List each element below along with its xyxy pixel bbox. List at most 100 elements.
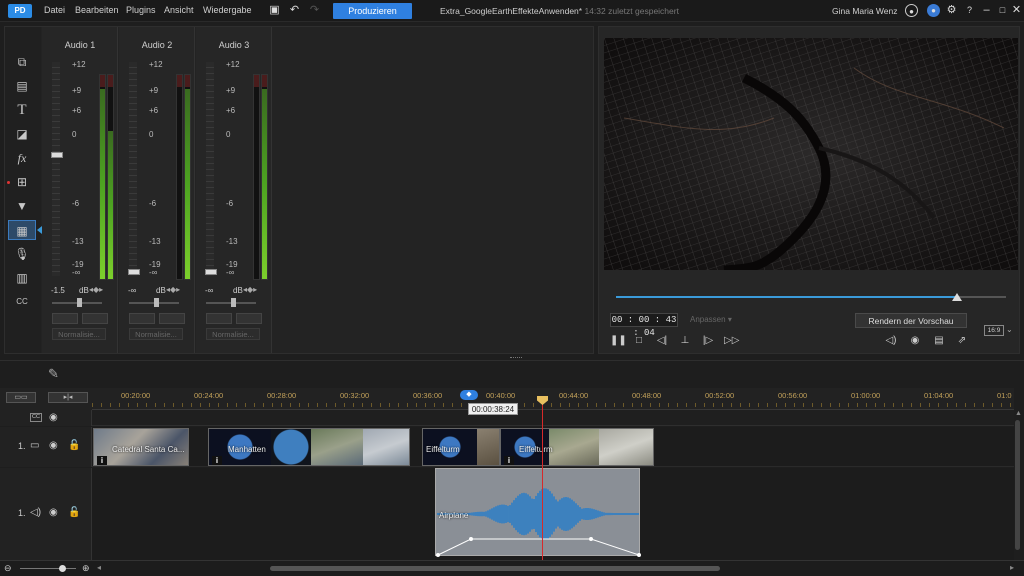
zoom-in-icon[interactable]: ⊕ — [82, 563, 90, 574]
gear-icon[interactable]: ⚙ — [945, 4, 958, 17]
produce-button[interactable]: Produzieren — [333, 3, 412, 19]
playhead-timecode-tooltip: 00:00:38:24 — [468, 403, 518, 415]
minimize-icon[interactable]: – — [980, 4, 993, 17]
video-room-icon[interactable]: ▤ — [8, 76, 36, 96]
eye-icon[interactable]: ◉ — [49, 507, 58, 518]
db-unit-label: dB — [79, 286, 89, 295]
clip-thumbnail — [549, 429, 599, 465]
fade-out-button[interactable] — [82, 313, 108, 324]
title-room-icon[interactable]: T — [8, 100, 36, 120]
fit-timeline-icon[interactable]: ▸|◂ — [48, 392, 88, 403]
split-icon[interactable]: ⊥ — [678, 334, 692, 348]
redo-icon[interactable]: ↷ — [308, 4, 321, 17]
volume-icon[interactable]: ◁) — [884, 334, 898, 348]
video-clip[interactable]: Eiffelturm i — [500, 428, 654, 466]
pip-room-icon[interactable]: ⊞ — [8, 172, 36, 192]
microphone-icon[interactable]: 🎙 — [8, 244, 36, 264]
eye-icon[interactable]: ◉ — [49, 440, 58, 451]
lock-icon[interactable]: 🔓 — [68, 507, 80, 518]
subtitle-room-icon[interactable]: CC — [8, 292, 36, 312]
snapshot-icon[interactable]: ◉ — [908, 334, 922, 348]
fx-room-icon[interactable]: fx — [8, 148, 36, 168]
vertical-scrollbar[interactable] — [1015, 420, 1020, 550]
menu-datei[interactable]: Datei — [44, 5, 65, 15]
fast-forward-icon[interactable]: ▷▷ — [724, 334, 739, 348]
range-marker-icon[interactable]: ◆ — [460, 390, 478, 400]
fade-in-button[interactable] — [129, 313, 155, 324]
playhead[interactable] — [542, 400, 543, 560]
particle-room-icon[interactable]: ▼ — [8, 196, 36, 216]
normalize-button[interactable]: Normalisie... — [129, 328, 183, 340]
scroll-left-icon[interactable]: ◂ — [97, 563, 101, 572]
timecode-display[interactable]: 00 : 00 : 43 : 04 — [610, 313, 678, 338]
horizontal-scrollbar[interactable] — [270, 566, 720, 571]
aspect-ratio-button[interactable]: 16:9 — [984, 325, 1004, 336]
menu-bearbeiten[interactable]: Bearbeiten — [75, 5, 119, 15]
menu-plugins[interactable]: Plugins — [126, 5, 156, 15]
menu-wiedergabe[interactable]: Wiedergabe — [203, 5, 252, 15]
normalize-button[interactable]: Normalisie... — [52, 328, 106, 340]
help-icon[interactable]: ? — [963, 4, 976, 17]
panel-resize-handle[interactable] — [510, 357, 522, 359]
stop-icon[interactable]: □ — [632, 334, 646, 348]
audio-mixer-room-icon[interactable]: ▦ — [8, 220, 36, 240]
meter-scale-label: -6 — [226, 199, 234, 208]
db-stepper-icon[interactable]: ◂◆▸ — [166, 285, 180, 294]
pen-icon[interactable]: ✎ — [48, 366, 59, 382]
zoom-out-icon[interactable]: ⊖ — [4, 563, 12, 574]
video-clip[interactable]: Catedral Santa Ca... i — [93, 428, 189, 466]
fade-in-button[interactable] — [206, 313, 232, 324]
maximize-icon[interactable]: □ — [996, 4, 1009, 17]
meter-scale-label: -∞ — [72, 268, 81, 277]
clip-info-icon[interactable]: i — [97, 456, 107, 465]
undo-icon[interactable]: ↶ — [288, 4, 301, 17]
ruler-tick-label: 00:28:00 — [267, 391, 297, 400]
scrubber-handle[interactable] — [952, 293, 962, 301]
lock-icon[interactable]: 🔓 — [68, 440, 80, 451]
video-clip[interactable]: Eiffelturm — [422, 428, 500, 466]
scroll-up-icon[interactable]: ▲ — [1015, 410, 1022, 417]
clip-info-icon[interactable]: i — [504, 456, 514, 465]
subtitle-track-header: CC ◉ — [0, 410, 92, 426]
volume-fader-handle[interactable] — [128, 269, 140, 275]
save-icon[interactable]: ▣ — [268, 4, 281, 17]
previous-frame-icon[interactable]: ◁| — [655, 334, 669, 348]
db-value: -∞ — [205, 286, 214, 295]
volume-fader-handle[interactable] — [51, 152, 63, 158]
render-preview-button[interactable]: Rendern der Vorschau — [855, 313, 967, 328]
channel-name: Audio 3 — [218, 40, 250, 50]
volume-fader-handle[interactable] — [205, 269, 217, 275]
close-icon[interactable]: ✕ — [1010, 4, 1023, 17]
fade-out-button[interactable] — [159, 313, 185, 324]
menu-ansicht[interactable]: Ansicht — [164, 5, 194, 15]
pan-slider-handle[interactable] — [77, 298, 82, 307]
storyboard-view-icon[interactable]: ▭▭ — [6, 392, 36, 403]
audio-clip[interactable]: Airplane — [435, 468, 641, 557]
scroll-right-icon[interactable]: ▸ — [1010, 563, 1014, 572]
db-stepper-icon[interactable]: ◂◆▸ — [243, 285, 257, 294]
eye-icon[interactable]: ◉ — [49, 412, 58, 423]
video-clip[interactable]: Manhatten i — [208, 428, 410, 466]
timecode-mode-dropdown[interactable]: Anpassen ▾ — [690, 315, 732, 324]
pan-slider-handle[interactable] — [154, 298, 159, 307]
zoom-slider-handle[interactable] — [59, 565, 66, 572]
zoom-slider[interactable] — [20, 568, 76, 569]
media-room-icon[interactable]: ⧉ — [8, 52, 36, 72]
pan-slider-handle[interactable] — [231, 298, 236, 307]
transition-room-icon[interactable]: ◪ — [8, 124, 36, 144]
normalize-button[interactable]: Normalisie... — [206, 328, 260, 340]
account-icon[interactable]: ● — [905, 4, 918, 17]
chevron-down-icon[interactable]: ⌄ — [1006, 325, 1013, 334]
subtitle-track-lane[interactable] — [92, 410, 1014, 426]
notification-icon[interactable]: ● — [927, 4, 940, 17]
clip-info-icon[interactable]: i — [212, 456, 222, 465]
fade-out-button[interactable] — [236, 313, 262, 324]
next-frame-icon[interactable]: |▷ — [701, 334, 715, 348]
db-stepper-icon[interactable]: ◂◆▸ — [89, 285, 103, 294]
db-value: -1.5 — [51, 286, 65, 295]
undock-preview-icon[interactable]: ⇗ — [955, 334, 969, 348]
display-settings-icon[interactable]: ▤ — [932, 334, 946, 348]
chapter-room-icon[interactable]: ▥ — [8, 268, 36, 288]
fade-in-button[interactable] — [52, 313, 78, 324]
pause-icon[interactable]: ❚❚ — [610, 334, 627, 348]
